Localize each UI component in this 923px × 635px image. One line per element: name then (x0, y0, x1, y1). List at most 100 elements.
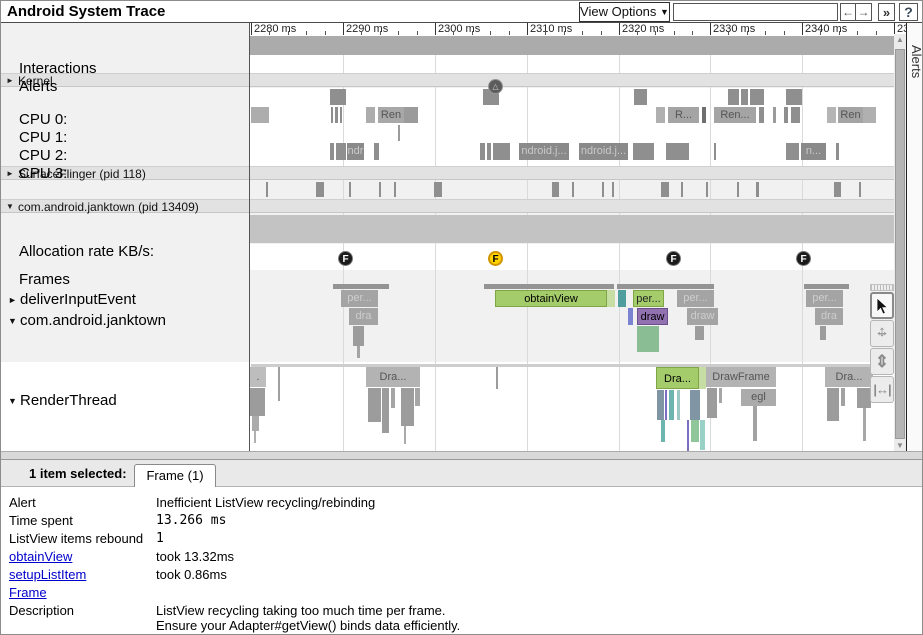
trace-slice[interactable] (633, 143, 654, 160)
trace-slice[interactable] (691, 420, 699, 442)
trace-slice-Ren[interactable]: Ren (838, 107, 863, 123)
trace-slice[interactable] (665, 390, 667, 420)
trace-slice[interactable] (602, 182, 604, 197)
trace-slice[interactable] (266, 182, 268, 197)
trace-slice[interactable] (753, 406, 757, 441)
trace-slice-ndroidj[interactable]: ndroid.j... (579, 143, 628, 160)
trace-slice[interactable] (669, 390, 674, 420)
trace-slice[interactable] (278, 367, 280, 401)
trace-slice[interactable] (251, 364, 873, 367)
trace-slice[interactable] (707, 388, 717, 418)
allocation-rate-band[interactable] (250, 215, 906, 243)
trace-slice[interactable] (628, 308, 633, 325)
trace-slice[interactable] (773, 107, 776, 123)
trace-slice-R[interactable]: R... (668, 107, 699, 123)
scroll-up-icon[interactable]: ▲ (894, 35, 906, 44)
trace-slice[interactable] (487, 143, 491, 160)
trace-slice[interactable] (656, 107, 665, 123)
trace-slice[interactable] (330, 89, 346, 105)
trace-slice-dra[interactable]: dra (815, 308, 843, 325)
trace-slice[interactable] (759, 107, 764, 123)
trace-slice[interactable] (607, 290, 615, 307)
alert-warning-marker[interactable]: △ (488, 79, 503, 94)
trace-slice-per[interactable]: per... (341, 290, 378, 307)
trace-slice-Dra[interactable]: Dra... (825, 367, 873, 387)
trace-slice[interactable] (741, 89, 748, 105)
pan-tool-button[interactable]: ↔ ↕ (870, 320, 894, 347)
trace-slice[interactable] (657, 390, 664, 420)
trace-slice[interactable] (612, 182, 614, 197)
trace-slice[interactable] (820, 326, 826, 340)
trace-slice[interactable] (719, 388, 722, 403)
trace-slice[interactable] (737, 182, 739, 197)
alerts-side-tab[interactable]: Alerts (906, 23, 923, 451)
trace-slice[interactable] (617, 284, 714, 289)
trace-slice[interactable] (863, 107, 876, 123)
trace-slice[interactable] (357, 346, 360, 358)
help-button[interactable]: ? (899, 3, 918, 21)
trace-slice-obtainView[interactable]: obtainView (495, 290, 607, 307)
trace-slice[interactable] (827, 388, 839, 421)
trace-slice[interactable] (841, 388, 845, 406)
trace-slice-Ren[interactable]: Ren... (714, 107, 756, 123)
track-label-com-android-janktown[interactable]: com.android.janktown (20, 312, 166, 329)
trace-slice-draw[interactable]: draw (637, 308, 668, 325)
trace-slice-draw[interactable]: draw (687, 308, 718, 325)
trace-slice[interactable] (827, 107, 836, 123)
trace-slice[interactable] (353, 326, 364, 346)
trace-slice[interactable] (700, 420, 705, 450)
trace-slice-DrawFrame[interactable]: DrawFrame (706, 367, 776, 387)
trace-slice[interactable] (404, 426, 406, 444)
link-frame[interactable]: Frame (9, 585, 47, 600)
trace-slice[interactable] (857, 388, 871, 408)
trace-slice[interactable] (496, 367, 498, 389)
frame-marker-selected[interactable]: F (488, 251, 503, 266)
trace-slice-Dra[interactable]: Dra... (366, 367, 420, 387)
section-header-com.android.janktown[interactable]: ▼com.android.janktown (pid 13409) (1, 199, 906, 213)
trace-slice[interactable] (250, 388, 265, 416)
select-tool-button[interactable] (870, 292, 894, 319)
trace-slice[interactable] (552, 182, 559, 197)
trace-slice[interactable] (728, 89, 739, 105)
trace-slice[interactable] (404, 107, 418, 123)
trace-slice[interactable] (859, 182, 861, 197)
search-input[interactable] (673, 3, 838, 21)
trace-slice[interactable] (666, 143, 689, 160)
trace-slice[interactable] (493, 143, 510, 160)
toolbar-drag-handle[interactable] (870, 284, 894, 291)
trace-slice-ndr[interactable]: ndr (347, 143, 364, 160)
trace-slice-ndroidj[interactable]: ndroid.j... (519, 143, 569, 160)
trace-slice[interactable] (572, 182, 574, 197)
trace-slice[interactable] (379, 182, 381, 197)
scrollbar-thumb[interactable] (895, 49, 905, 439)
trace-slice[interactable] (330, 143, 334, 160)
trace-slice[interactable] (316, 182, 324, 197)
trace-slice[interactable] (340, 107, 342, 123)
trace-slice[interactable] (637, 326, 659, 352)
trace-slice[interactable] (374, 143, 379, 160)
search-prev-button[interactable]: ← (840, 3, 856, 21)
trace-slice[interactable] (804, 284, 849, 289)
trace-slice[interactable] (480, 143, 485, 160)
link-obtainview[interactable]: obtainView (9, 549, 72, 564)
trace-slice[interactable] (391, 388, 395, 408)
trace-slice[interactable] (368, 388, 381, 422)
trace-slice[interactable] (434, 182, 442, 197)
trace-slice[interactable] (254, 431, 256, 443)
trace-slice-per[interactable]: per... (677, 290, 714, 307)
frame-marker[interactable]: F (666, 251, 681, 266)
trace-slice[interactable] (398, 125, 400, 141)
trace-slice[interactable] (791, 107, 800, 123)
track-label-renderthread[interactable]: RenderThread (20, 392, 117, 409)
trace-slice[interactable] (834, 182, 841, 197)
trace-slice[interactable] (415, 388, 420, 406)
interactions-band[interactable] (250, 36, 906, 55)
trace-slice[interactable] (382, 388, 389, 433)
trace-slice[interactable] (618, 290, 626, 307)
panel-splitter[interactable] (1, 451, 923, 460)
trace-slice[interactable] (681, 182, 683, 197)
trace-slice[interactable] (863, 408, 866, 441)
trace-slice[interactable] (335, 107, 338, 123)
trace-slice[interactable] (252, 416, 259, 431)
track-label-deliverinputevent[interactable]: deliverInputEvent (20, 291, 136, 308)
